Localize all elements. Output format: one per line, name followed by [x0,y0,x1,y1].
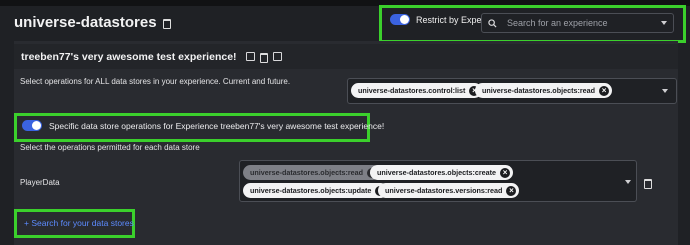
chip-label: universe-datastores.control:list [358,86,466,95]
chevron-down-icon[interactable] [661,21,667,25]
remove-chip-icon[interactable]: × [599,85,610,96]
specific-select-label: Select the operations permitted for each… [20,143,200,152]
specific-toggle-row[interactable]: Specific data store operations for Exper… [22,120,384,131]
page-title-text: universe-datastores [14,14,157,31]
trash-icon[interactable] [259,52,268,63]
chevron-down-icon[interactable] [625,180,631,184]
chip-label: universe-datastores.objects:read [482,86,596,95]
remove-chip-icon[interactable]: × [500,167,511,178]
datastore-name: PlayerData [20,178,60,187]
copy-icon[interactable] [245,52,255,61]
specific-toggle[interactable] [22,120,42,131]
experience-header: treeben77's very awesome test experience… [14,44,678,69]
search-icon [488,18,497,28]
chip-versions-read: universe-datastores.versions:read × [378,183,520,198]
trash-icon[interactable] [162,18,171,29]
page-title: universe-datastores [14,14,171,31]
chip-label: universe-datastores.versions:read [385,186,503,195]
experience-title: treeben77's very awesome test experience… [21,50,237,63]
chip-objects-update: universe-datastores.objects:update× [243,183,389,198]
chip-objects-create: universe-datastores.objects:create × [370,165,514,180]
search-datastores-link[interactable]: + Search for your data stores [24,218,134,228]
trash-icon[interactable] [644,179,652,189]
chip-label: universe-datastores.objects:create [377,168,497,177]
chevron-down-icon[interactable] [662,89,668,93]
all-ops-label: Select operations for ALL data stores in… [20,77,291,86]
chip-objects-read: universe-datastores.objects:read× [243,165,381,180]
search-placeholder: Search for an experience [507,18,608,28]
chip-objects-read: universe-datastores.objects:read× [475,83,613,98]
external-link-icon[interactable] [272,52,282,61]
specific-toggle-label: Specific data store operations for Exper… [49,120,385,131]
chip-label: universe-datastores.objects:read [250,168,364,177]
chip-label: universe-datastores.objects:update [250,186,372,195]
chip-control-list: universe-datastores.control:list× [351,83,483,98]
restrict-toggle[interactable] [390,14,410,25]
remove-chip-icon[interactable]: × [506,185,517,196]
experience-search-input[interactable]: Search for an experience [481,13,674,33]
